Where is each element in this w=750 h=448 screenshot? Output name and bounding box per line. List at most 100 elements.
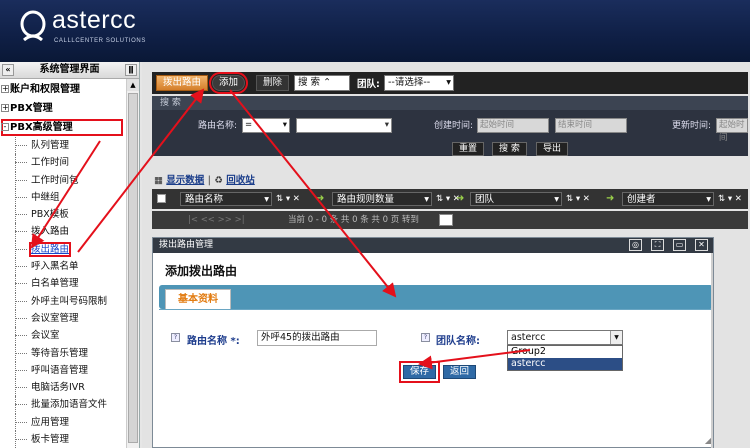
team-dropdown-list: Group2 astercc [507,345,623,371]
route-name-input[interactable]: ▾ [296,118,392,133]
sidebar-item-cards[interactable]: 板卡管理 [0,431,126,448]
column-creator[interactable]: 创建者 ▾ [622,192,714,206]
expand-icon[interactable]: + [1,85,9,93]
route-name-field[interactable]: 外呼45的拨出路由 [257,330,377,346]
sidebar-item-apps[interactable]: 应用管理 [0,413,126,432]
team-select[interactable]: --请选择-- ▾ [384,75,454,91]
chevron-down-icon: ▾ [264,194,269,205]
sidebar-item-queue[interactable]: 队列管理 [0,137,126,155]
team-option[interactable]: Group2 [508,346,622,358]
menu-group-label: PBX高级管理 [10,122,73,133]
add-button[interactable]: 添加 [208,72,249,94]
pager-nav[interactable]: |< << >> >| [188,211,245,229]
outbound-route-dialog: 拨出路由管理 ◎ ⛶ ▭ ✕ 添加拨出路由 基本资料 ? 路由名称 *: 外呼4… [152,237,714,448]
chevron-down-icon: ▾ [446,77,451,88]
sidebar-item-inbound-blacklist[interactable]: 呼入黑名单 [0,258,126,276]
chevron-down-icon: ▼ [610,331,622,344]
operator-select[interactable]: = ▾ [242,118,290,133]
menu-group-label: PBX管理 [10,103,53,114]
created-time-label: 创建时间: [434,121,474,131]
route-name-field-label: 路由名称 *: [187,336,240,347]
column-tools-icon[interactable]: ⇅ ▾ ✕ [276,192,300,206]
close-icon[interactable]: ✕ [695,239,708,251]
dialog-heading: 添加拨出路由 [165,264,238,278]
column-tools-icon[interactable]: ⇅ ▾ ✕ [566,192,590,206]
collapse-group-icon[interactable]: - [1,123,9,131]
sidebar-item-batch-voice[interactable]: 批量添加语音文件 [0,396,126,415]
scroll-up-icon[interactable]: ▲ [127,79,139,91]
team-name-field-label: 团队名称: [436,336,480,347]
menu-group-pbx-advanced[interactable]: - PBX高级管理 [0,118,124,137]
menu-tree: + 账户和权限管理 + PBX管理 - PBX高级管理 队列管理 工作时间 工作时间包… [0,80,126,448]
search-toggle[interactable]: 搜 索 ⌃ [294,75,350,91]
logo-icon [20,10,46,42]
dialog-title: 拨出路由管理 [159,240,214,250]
select-all-checkbox[interactable] [157,194,166,203]
pin-icon[interactable]: ǁ [125,64,137,76]
chevron-down-icon: ▾ [554,194,559,205]
move-right-icon[interactable]: ➜ [456,193,464,204]
sidebar-item-conference-mgmt[interactable]: 会议室管理 [0,309,126,328]
save-button[interactable]: 保存 [398,361,441,383]
sidebar-item-call-voice[interactable]: 呼叫语音管理 [0,361,126,380]
sidebar-item-conference[interactable]: 会议室 [0,327,126,345]
grid-header: 路由名称 ▾ ⇅ ▾ ✕ ➜ 路由规则数量 ▾ ⇅ ▾ ✕ ➜ 团队 ▾ ⇅ ▾ ✕ … [152,189,748,209]
settings-icon[interactable]: ◎ [629,239,642,251]
sidebar-item-inbound-route[interactable]: 拨入路由 [0,223,126,242]
sidebar-item-outbound-route[interactable]: 拨出路由 [0,240,126,259]
tab-divider [159,309,713,310]
created-from-input[interactable]: 起始时间 [477,118,549,133]
created-to-input[interactable]: 结束时间 [555,118,627,133]
help-icon: ? [171,333,180,342]
tab-outbound-route[interactable]: 拨出路由 [156,75,209,91]
resize-handle-icon[interactable]: ◢ [705,436,711,445]
recycle-bin-link[interactable]: 回收站 [226,175,255,186]
sidebar-scrollbar[interactable]: ▲ [126,79,139,448]
reset-button[interactable]: 重置 [452,142,485,156]
sidebar-item-hold-music[interactable]: 等待音乐管理 [0,344,126,363]
menu-group-pbx[interactable]: + PBX管理 [0,99,126,118]
column-team[interactable]: 团队 ▾ [470,192,562,206]
move-right-icon[interactable]: ➜ [316,193,324,204]
export-button[interactable]: 导出 [536,142,569,156]
tab-basic-info[interactable]: 基本资料 [165,289,231,309]
move-right-icon[interactable]: ➜ [606,193,614,204]
updated-time-label: 更新时间: [672,121,712,131]
sidebar-item-callerid-limit[interactable]: 外呼主叫号码限制 [0,292,126,311]
expand-icon[interactable]: + [1,104,9,112]
menu-group-accounts[interactable]: + 账户和权限管理 [0,80,126,99]
search-button[interactable]: 搜 索 [492,142,527,156]
team-name-select[interactable]: astercc ▼ [507,330,623,345]
updated-from-input[interactable]: 起始时间 [716,118,748,143]
dialog-scrollbar[interactable] [711,253,713,448]
tab-bar: 基本资料 [159,285,713,309]
column-tools-icon[interactable]: ⇅ ▾ ✕ [718,192,742,206]
recycle-icon: ♻ [214,175,223,186]
column-rule-count[interactable]: 路由规则数量 ▾ [332,192,432,206]
sidebar-item-ivr[interactable]: 电脑话务IVR [0,379,126,397]
grid-icon: ▦ [154,175,163,186]
column-route-name[interactable]: 路由名称 ▾ [180,192,272,206]
sidebar-item-pbx-template[interactable]: PBX模板 [0,206,126,224]
chevron-up-icon: ⌃ [323,77,332,88]
chevron-down-icon: ▾ [384,120,389,130]
page-goto-input[interactable] [439,214,453,226]
scroll-thumb[interactable] [128,93,138,443]
sidebar-item-trunk-group[interactable]: 中继组 [0,188,126,207]
sidebar-item-whitelist[interactable]: 白名单管理 [0,275,126,293]
restore-icon[interactable]: ▭ [673,239,686,251]
delete-button[interactable]: 删除 [256,75,290,91]
maximize-icon[interactable]: ⛶ [651,239,664,251]
sidebar-item-work-time-pack[interactable]: 工作时间包 [0,171,126,190]
app-header: astercc CALLLCENTER SOLUTIONS [0,0,750,62]
chevron-down-icon: ▾ [282,120,287,130]
brand-tagline: CALLLCENTER SOLUTIONS [54,38,146,44]
search-panel: 搜 索 路由名称: = ▾ ▾ 创建时间: 起始时间 结束时间 更新时间: 起始时… [152,96,748,156]
dialog-title-bar: 拨出路由管理 ◎ ⛶ ▭ ✕ [153,238,713,253]
sidebar-item-work-time[interactable]: 工作时间 [0,154,126,172]
chevron-down-icon: ▾ [424,194,429,205]
team-option[interactable]: astercc [508,358,622,370]
back-button[interactable]: 返回 [443,365,477,379]
show-data-link[interactable]: 显示数据 [166,175,204,186]
collapse-icon[interactable]: « [2,64,14,76]
